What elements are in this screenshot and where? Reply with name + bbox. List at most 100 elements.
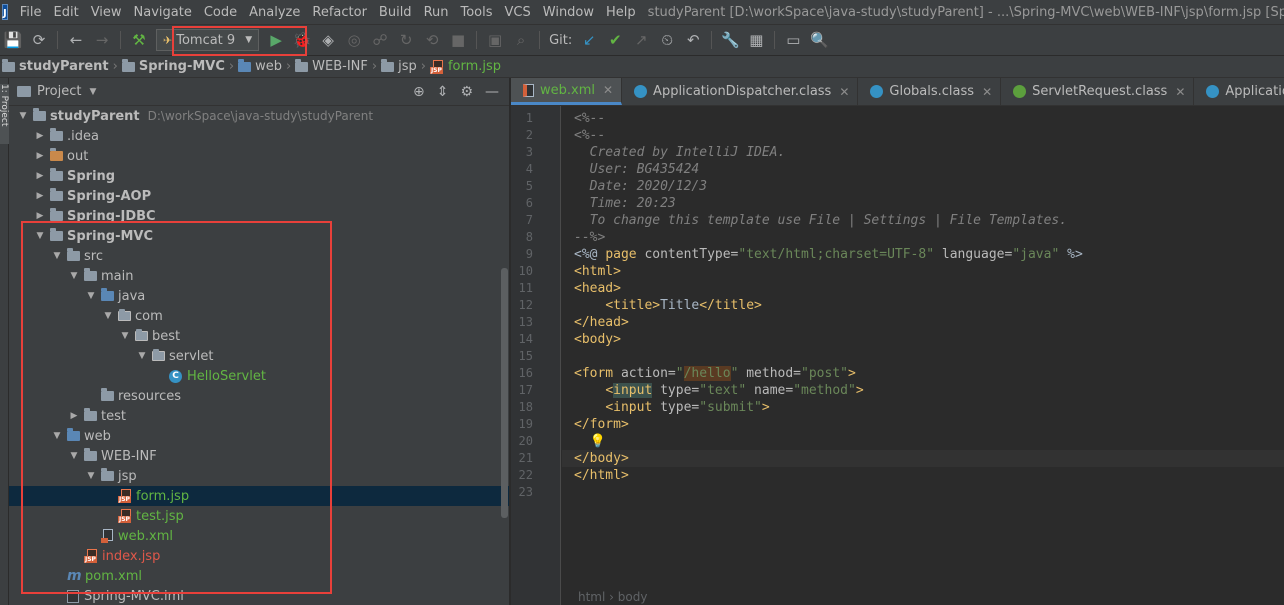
tree-node[interactable]: ▶ out xyxy=(9,146,509,166)
project-view-select[interactable]: Project xyxy=(37,84,81,99)
menu-edit[interactable]: Edit xyxy=(48,5,85,20)
code-line[interactable]: --%> xyxy=(562,229,1284,246)
forward-icon[interactable]: → xyxy=(91,29,113,51)
run-configuration-select[interactable]: ✈ Tomcat 9 ▼ xyxy=(156,29,260,51)
code-line[interactable] xyxy=(562,348,1284,365)
tree-node[interactable]: JSP form.jsp xyxy=(9,486,509,506)
tree-node[interactable]: Spring-MVC.iml xyxy=(9,586,509,605)
close-tab-icon[interactable]: ✕ xyxy=(603,83,613,97)
git-commit-icon[interactable]: ✔ xyxy=(604,29,626,51)
project-tool-window-button[interactable]: 1: Project xyxy=(0,84,9,144)
settings-wrench-icon[interactable]: 🔧 xyxy=(719,29,741,51)
code-line[interactable]: <body> xyxy=(562,331,1284,348)
tree-node[interactable]: ▼ src xyxy=(9,246,509,266)
tree-node[interactable]: ▼ studyParent D:\workSpace\java-study\stud… xyxy=(9,106,509,126)
code-line[interactable]: <head> xyxy=(562,280,1284,297)
menu-navigate[interactable]: Navigate xyxy=(128,5,198,20)
tree-node[interactable]: ▶ test xyxy=(9,406,509,426)
expand-arrow-icon[interactable]: ▼ xyxy=(85,291,97,301)
code-line[interactable]: <%-- xyxy=(562,127,1284,144)
save-all-icon[interactable]: 💾 xyxy=(2,29,24,51)
collapse-arrow-icon[interactable]: ▶ xyxy=(68,411,80,421)
collapse-arrow-icon[interactable]: ▶ xyxy=(34,191,46,201)
profile-icon[interactable]: ◎ xyxy=(343,29,365,51)
tree-node[interactable]: ▼ jsp xyxy=(9,466,509,486)
tree-node[interactable]: C HelloServlet xyxy=(9,366,509,386)
collapse-arrow-icon[interactable]: ▶ xyxy=(34,211,46,221)
breadcrumb-item[interactable]: studyParent xyxy=(2,58,109,74)
editor-tab[interactable]: ApplicationHttpRequest. xyxy=(1194,78,1284,105)
code-line[interactable]: <%@ page contentType="text/html;charset=… xyxy=(562,246,1284,263)
project-structure-icon[interactable]: ▦ xyxy=(745,29,767,51)
search-everywhere-icon[interactable]: ⌕ xyxy=(510,29,532,51)
tree-node[interactable]: m pom.xml xyxy=(9,566,509,586)
attach-icon[interactable]: ☍ xyxy=(369,29,391,51)
tree-node[interactable]: ▶ Spring xyxy=(9,166,509,186)
editor-tab[interactable]: ApplicationDispatcher.class ✕ xyxy=(622,78,859,105)
git-update-icon[interactable]: ↙ xyxy=(578,29,600,51)
expand-arrow-icon[interactable]: ▼ xyxy=(51,431,63,441)
code-line[interactable]: </html> xyxy=(562,467,1284,484)
tree-node[interactable]: ▼ Spring-MVC xyxy=(9,226,509,246)
expand-arrow-icon[interactable]: ▼ xyxy=(136,351,148,361)
code-line[interactable]: Created by IntelliJ IDEA. xyxy=(562,144,1284,161)
rollback-icon[interactable]: ↶ xyxy=(682,29,704,51)
gear-icon[interactable]: ⚙ xyxy=(460,84,473,100)
close-tab-icon[interactable]: ✕ xyxy=(839,85,849,99)
code-line[interactable]: </body> xyxy=(562,450,1284,467)
locate-crosshair-icon[interactable]: ⊕ xyxy=(413,84,425,100)
editor-structure-breadcrumb[interactable]: html › body xyxy=(562,585,647,605)
code-line[interactable]: To change this template use File | Setti… xyxy=(562,212,1284,229)
menu-run[interactable]: Run xyxy=(418,5,455,20)
tree-node[interactable]: ▼ servlet xyxy=(9,346,509,366)
breadcrumb-item[interactable]: jsp xyxy=(381,58,417,74)
tree-scrollbar[interactable] xyxy=(501,268,508,518)
menu-analyze[interactable]: Analyze xyxy=(243,5,306,20)
menu-view[interactable]: View xyxy=(85,5,128,20)
editor-tab[interactable]: Globals.class ✕ xyxy=(858,78,1002,105)
expand-arrow-icon[interactable]: ▼ xyxy=(34,231,46,241)
code-line[interactable]: </form> xyxy=(562,416,1284,433)
expand-arrow-icon[interactable]: ▼ xyxy=(68,271,80,281)
editor-tab[interactable]: web.xml ✕ xyxy=(511,78,623,105)
code-line[interactable] xyxy=(562,484,1284,501)
collapse-arrow-icon[interactable]: ▶ xyxy=(34,131,46,141)
coverage-icon[interactable]: ◈ xyxy=(317,29,339,51)
debug-bug-icon[interactable]: 🐞 xyxy=(291,29,313,51)
tree-node[interactable]: ▼ WEB-INF xyxy=(9,446,509,466)
code-area[interactable]: 1 2 3 4 5 6 7 8 9 10 11 12 13 14 15 16 17 18 19 20 21 22 23 <%… xyxy=(511,106,1284,605)
run-icon[interactable]: ▶ xyxy=(265,29,287,51)
code-line[interactable]: <%-- xyxy=(562,110,1284,127)
menu-file[interactable]: File xyxy=(14,5,48,20)
code-line[interactable]: <html> xyxy=(562,263,1284,280)
tree-node[interactable]: ▼ java xyxy=(9,286,509,306)
tree-node[interactable]: web.xml xyxy=(9,526,509,546)
code-line[interactable]: <input type="text" name="method"> xyxy=(562,382,1284,399)
code-line[interactable]: </head> xyxy=(562,314,1284,331)
code-line[interactable]: <form action="/hello" method="post"> xyxy=(562,365,1284,382)
hide-panel-icon[interactable]: — xyxy=(485,84,499,100)
tree-node[interactable]: JSP index.jsp xyxy=(9,546,509,566)
code-line[interactable]: User: BG435424 xyxy=(562,161,1284,178)
expand-arrow-icon[interactable]: ▼ xyxy=(68,451,80,461)
tree-node[interactable]: JSP test.jsp xyxy=(9,506,509,526)
update-icon[interactable]: ⟲ xyxy=(421,29,443,51)
tree-node[interactable]: ▼ best xyxy=(9,326,509,346)
code-line[interactable]: Time: 20:23 xyxy=(562,195,1284,212)
close-tab-icon[interactable]: ✕ xyxy=(1175,85,1185,99)
device-icon[interactable]: ▣ xyxy=(484,29,506,51)
back-icon[interactable]: ← xyxy=(65,29,87,51)
terminal-icon[interactable]: ▭ xyxy=(782,29,804,51)
breadcrumb-item[interactable]: web xyxy=(238,58,282,74)
chevron-down-icon[interactable]: ▼ xyxy=(89,87,96,97)
history-icon[interactable]: ⏲ xyxy=(656,29,678,51)
stop-icon[interactable]: ■ xyxy=(447,29,469,51)
expand-arrow-icon[interactable]: ▼ xyxy=(102,311,114,321)
menu-help[interactable]: Help xyxy=(600,5,642,20)
sync-icon[interactable]: ⟳ xyxy=(28,29,50,51)
code-line[interactable]: 💡 xyxy=(562,433,1284,450)
breadcrumb-item[interactable]: Spring-MVC xyxy=(121,58,225,74)
breadcrumb-item[interactable]: JSP form.jsp xyxy=(429,59,501,74)
tree-node[interactable]: ▼ web xyxy=(9,426,509,446)
git-push-icon[interactable]: ↗ xyxy=(630,29,652,51)
